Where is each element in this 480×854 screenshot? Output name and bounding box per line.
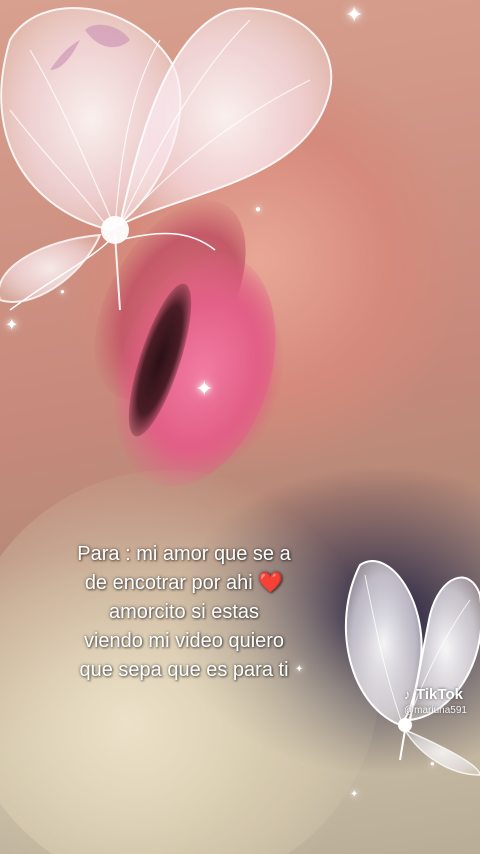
caption-line-text: de encotrar por ahi [84,572,253,594]
tiktok-logo-text: TikTok [416,686,463,703]
sparkle-icon: ● [60,287,65,296]
video-caption: Para : mi amor que se a de encotrar por … [14,540,354,685]
tiktok-logo: ♪ TikTok [404,686,467,703]
sparkle-icon: ✦ [350,789,359,800]
caption-line: que sepa que es para ti [79,659,289,681]
tiktok-note-icon: ♪ [404,687,411,702]
watermark-username: @mariuna591 [404,705,467,716]
caption-line: de encotrar por ahi ❤️ [14,569,354,598]
heart-emoji-icon: ❤️ [258,572,284,594]
sparkle-icon: ● [430,759,435,768]
video-frame[interactable]: ✦ ● ✦ ✦ ● ✦ ✦ ● Para : mi amor que se a … [0,0,480,854]
sparkle-icon: ✦ [5,317,19,334]
sparkle-icon: ● [255,204,262,215]
caption-line: Para : mi amor que se a [77,543,291,565]
tiktok-watermark: ♪ TikTok @mariuna591 [404,686,467,716]
sparkle-icon: ✦ [195,376,214,401]
caption-line: viendo mi video quiero [83,630,285,652]
caption-line: amorcito si estas [108,601,260,623]
sparkle-icon: ✦ [345,2,364,27]
